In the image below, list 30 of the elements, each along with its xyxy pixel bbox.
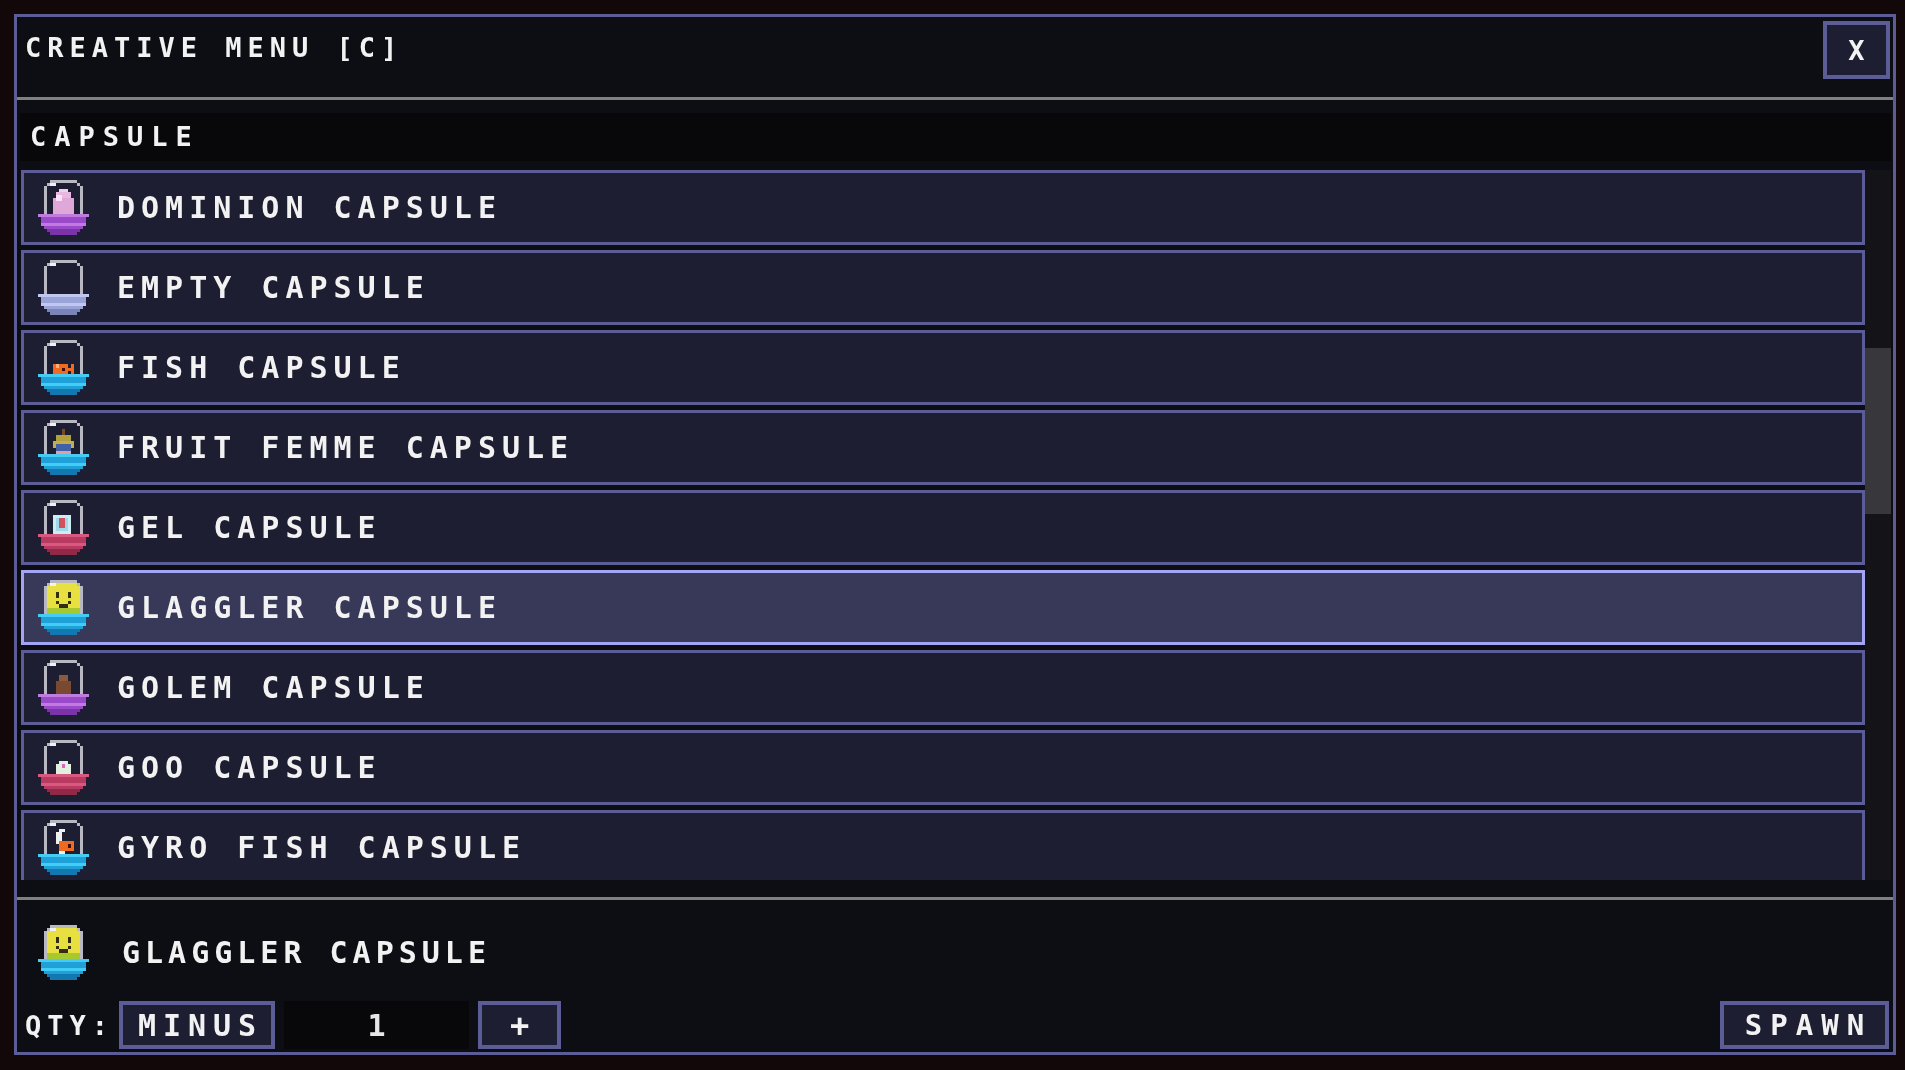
quantity-field[interactable]: 1 bbox=[284, 1001, 470, 1049]
cube-capsule-icon bbox=[38, 500, 89, 555]
plus-button[interactable]: + bbox=[478, 1001, 562, 1049]
category-header: CAPSULE bbox=[20, 113, 1891, 161]
blob-capsule-icon bbox=[38, 740, 89, 795]
capsule-list-item[interactable]: FRUIT FEMME CAPSULE bbox=[21, 410, 1865, 485]
fish-capsule-icon bbox=[38, 820, 89, 875]
capsule-list-item[interactable]: GOO CAPSULE bbox=[21, 730, 1865, 805]
capsule-list-item[interactable]: GOLEM CAPSULE bbox=[21, 650, 1865, 725]
capsule-list-item[interactable]: GLAGGLER CAPSULE bbox=[21, 570, 1865, 645]
selected-item-name: GLAGGLER CAPSULE bbox=[122, 935, 491, 970]
close-button[interactable]: X bbox=[1823, 21, 1890, 79]
scrollbar[interactable] bbox=[1865, 170, 1891, 880]
fish-capsule-icon bbox=[38, 340, 89, 395]
empty-capsule-icon bbox=[38, 260, 89, 315]
capsule-list-item[interactable]: DOMINION CAPSULE bbox=[21, 170, 1865, 245]
scrollbar-thumb[interactable] bbox=[1865, 348, 1891, 514]
capsule-list-item[interactable]: EMPTY CAPSULE bbox=[21, 250, 1865, 325]
smiley-capsule-icon bbox=[38, 925, 89, 980]
capsule-list-item[interactable]: GYRO FISH CAPSULE bbox=[21, 810, 1865, 880]
window-title: CREATIVE MENU [C] bbox=[25, 34, 404, 62]
quantity-label: QTY: bbox=[25, 1009, 115, 1041]
pear-capsule-icon bbox=[38, 420, 89, 475]
capsule-list-item[interactable]: FISH CAPSULE bbox=[21, 330, 1865, 405]
minus-button[interactable]: MINUS bbox=[119, 1001, 276, 1049]
spawn-button[interactable]: SPAWN bbox=[1720, 1001, 1889, 1049]
figure-capsule-icon bbox=[38, 180, 89, 235]
capsule-list-item[interactable]: GEL CAPSULE bbox=[21, 490, 1865, 565]
smiley-capsule-icon bbox=[38, 580, 89, 635]
figure-capsule-icon bbox=[38, 660, 89, 715]
